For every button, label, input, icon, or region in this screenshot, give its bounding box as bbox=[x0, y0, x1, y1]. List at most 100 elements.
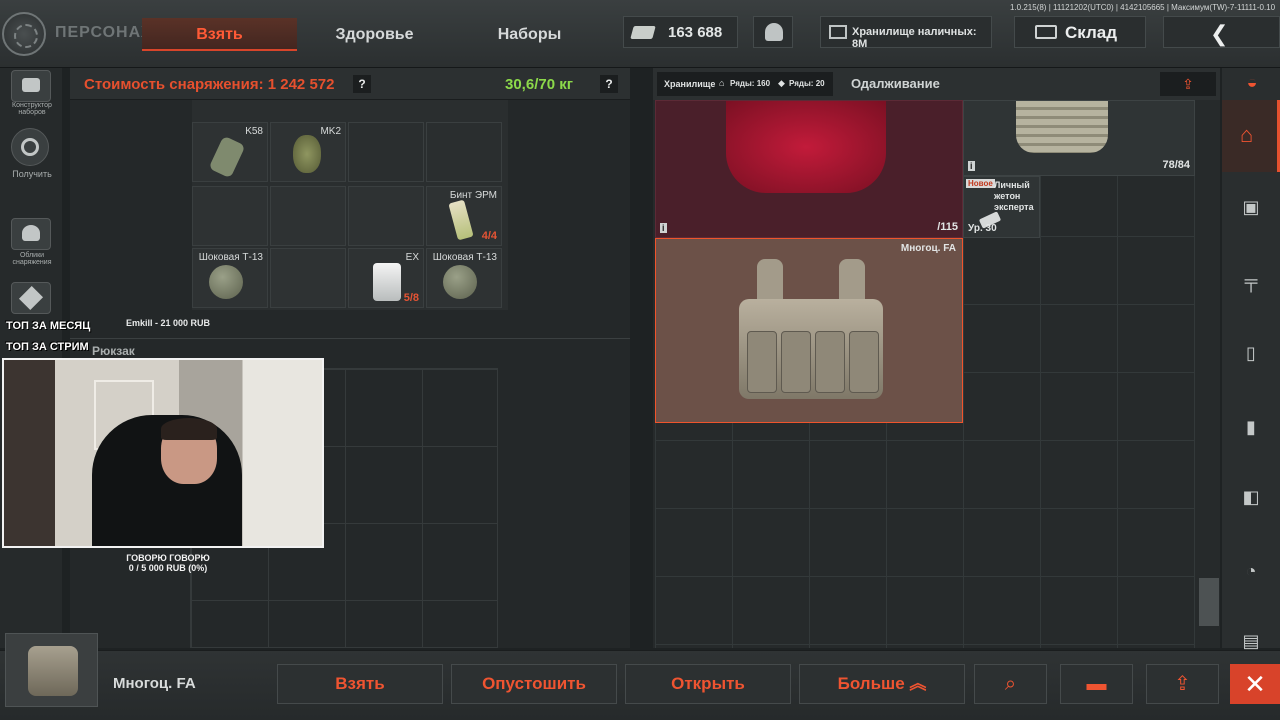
loadout-weight: 30,6/70 кг bbox=[505, 76, 573, 93]
stash-label: Склад bbox=[1065, 23, 1118, 42]
close-button[interactable]: ✕ bbox=[1230, 664, 1280, 704]
slot-shock-grenade[interactable]: Шоковая Т-13 bbox=[426, 248, 502, 308]
inspect-button[interactable]: ⌕ bbox=[974, 664, 1047, 704]
dog-tag-name: Личный жетон эксперта bbox=[994, 180, 1034, 212]
hat-icon: ◒ bbox=[1246, 72, 1258, 92]
donor-line: Emkill - 21 000 RUB bbox=[126, 318, 211, 328]
vest-pouch bbox=[849, 331, 879, 393]
vest-thumbnail-icon bbox=[28, 646, 78, 696]
stash-icon bbox=[1035, 25, 1057, 39]
armor-icon: ▣ bbox=[1242, 197, 1260, 217]
slot-name: EX bbox=[405, 252, 419, 263]
multicam-vest-icon bbox=[731, 259, 891, 404]
tab-lending[interactable]: Одалживание bbox=[851, 76, 940, 91]
filter-all-button[interactable]: ⌂ bbox=[1222, 100, 1280, 172]
tab-health[interactable]: Здоровье bbox=[297, 18, 452, 51]
stash-button[interactable]: Склад bbox=[1014, 16, 1146, 48]
selected-item-name-bottom: Многоц. FA bbox=[113, 675, 196, 692]
slot-shock-grenade[interactable]: Шоковая Т-13 bbox=[192, 248, 268, 308]
filter-ammo-button[interactable]: ▮ bbox=[1238, 416, 1264, 438]
set-builder-label: Конструктор наборов bbox=[12, 102, 52, 116]
cash-storage-button[interactable]: Хранилище наличных: 8M bbox=[820, 16, 992, 50]
hat-filter-button[interactable]: ◒ bbox=[1236, 72, 1268, 96]
goal-title: ГОВОРЮ ГОВОРЮ bbox=[126, 553, 210, 563]
section-divider bbox=[70, 338, 630, 339]
filter-misc-button[interactable]: ▤ bbox=[1238, 630, 1264, 652]
slot-empty[interactable] bbox=[192, 186, 268, 246]
cost-help-button[interactable]: ? bbox=[353, 75, 371, 93]
loadout-cost: Стоимость снаряжения: 1 242 572 bbox=[84, 76, 335, 93]
toolbox-icon bbox=[22, 78, 40, 92]
slot-empty[interactable] bbox=[270, 248, 346, 308]
receive-icon bbox=[21, 138, 39, 156]
storage-item-plate-carrier[interactable]: i 78/84 bbox=[963, 100, 1195, 176]
storage-item-selected-vest[interactable]: Многоц. FA bbox=[655, 238, 963, 423]
selected-item-thumbnail bbox=[5, 633, 98, 707]
tools-button[interactable] bbox=[11, 282, 51, 314]
tab-sets[interactable]: Наборы bbox=[452, 18, 607, 51]
search-icon: ⌕ bbox=[1004, 673, 1017, 695]
storage-item-dog-tag[interactable]: Новое Личный жетон эксперта Ур. 30 bbox=[963, 176, 1040, 238]
back-button[interactable]: ❮ bbox=[1163, 16, 1280, 48]
weight-help-button[interactable]: ? bbox=[600, 75, 618, 93]
sell-button[interactable]: ▬ bbox=[1060, 664, 1133, 704]
money-display[interactable]: 163 688 bbox=[623, 16, 738, 48]
take-button[interactable]: Взять bbox=[277, 664, 443, 704]
red-armor-icon bbox=[726, 101, 886, 193]
backpack-label: Рюкзак bbox=[92, 344, 135, 358]
slot-empty[interactable] bbox=[270, 186, 346, 246]
set-builder-button[interactable] bbox=[11, 70, 51, 102]
transfer-icon: ⇪ bbox=[1174, 673, 1191, 695]
slot-grenade-mk2[interactable]: MK2 bbox=[270, 122, 346, 182]
misc-icon: ▤ bbox=[1242, 631, 1260, 651]
filter-attachments-button[interactable]: ◧ bbox=[1238, 486, 1264, 508]
slot-empty[interactable] bbox=[348, 186, 424, 246]
chevron-up-icon: ︽ bbox=[909, 674, 927, 693]
crate-icon: ▬ bbox=[1086, 673, 1107, 695]
goal-progress: 0 / 5 000 RUB (0%) bbox=[128, 563, 208, 573]
transfer-button[interactable]: ⇪ bbox=[1146, 664, 1219, 704]
version-info: 1.0.215(8) | 11121202(UTC0) | 4142105665… bbox=[1010, 3, 1276, 12]
filter-armor-button[interactable]: ▣ bbox=[1238, 196, 1264, 218]
back-arrow-icon: ❮ bbox=[1210, 21, 1229, 46]
slot-empty[interactable] bbox=[348, 122, 424, 182]
open-button[interactable]: Открыть bbox=[625, 664, 791, 704]
pills-icon bbox=[373, 263, 401, 301]
slot-count: 4/4 bbox=[481, 230, 497, 242]
slot-grenade-k58[interactable]: K58 bbox=[192, 122, 268, 182]
filter-weapons-button[interactable]: ╤ bbox=[1238, 270, 1264, 292]
trader-button[interactable] bbox=[753, 16, 793, 48]
receive-label: Получить bbox=[12, 169, 52, 179]
slot-name: MK2 bbox=[320, 126, 341, 137]
plate-carrier-icon bbox=[1016, 101, 1108, 153]
tag-small-icon: ◆ bbox=[778, 78, 785, 88]
sort-icon: ⇪ bbox=[1182, 76, 1194, 92]
gear-skins-button[interactable] bbox=[11, 218, 51, 250]
slot-name: K58 bbox=[245, 126, 263, 137]
sort-button[interactable]: ⇪ bbox=[1160, 72, 1216, 96]
storage-item-armor-red[interactable]: i /115 bbox=[655, 100, 963, 238]
cash-storage-icon bbox=[829, 25, 847, 39]
webcam-overlay bbox=[2, 358, 324, 548]
slot-name: Шоковая Т-13 bbox=[432, 252, 497, 263]
donation-goal: ГОВОРЮ ГОВОРЮ 0 / 5 000 RUB (0%) bbox=[100, 553, 236, 573]
tab-take[interactable]: Взять bbox=[142, 18, 297, 51]
info-icon: i bbox=[660, 223, 667, 233]
storage-scrollbar[interactable] bbox=[1199, 578, 1219, 626]
filter-medical-button[interactable]: ◔ bbox=[1238, 560, 1264, 582]
tab-storage[interactable]: Хранилище ⌂ Ряды: 160 ◆ Ряды: 20 bbox=[657, 72, 833, 96]
more-button[interactable]: Больше ︽ bbox=[799, 664, 965, 704]
top-stream-label: ТОП ЗА СТРИМ bbox=[6, 341, 89, 353]
more-label: Больше bbox=[837, 674, 905, 693]
mk2-grenade-icon bbox=[293, 135, 321, 173]
receive-button[interactable] bbox=[11, 128, 49, 166]
slot-pills[interactable]: EX 5/8 bbox=[348, 248, 424, 308]
slot-empty[interactable] bbox=[426, 122, 502, 182]
slot-bandage[interactable]: Бинт ЭРМ 4/4 bbox=[426, 186, 502, 246]
filter-magazines-button[interactable]: ▯ bbox=[1238, 342, 1264, 364]
storage-tab-label: Хранилище bbox=[664, 79, 716, 89]
money-amount: 163 688 bbox=[668, 24, 723, 41]
webcam-hair bbox=[161, 418, 217, 440]
vest-pouch bbox=[781, 331, 811, 393]
empty-button[interactable]: Опустошить bbox=[451, 664, 617, 704]
